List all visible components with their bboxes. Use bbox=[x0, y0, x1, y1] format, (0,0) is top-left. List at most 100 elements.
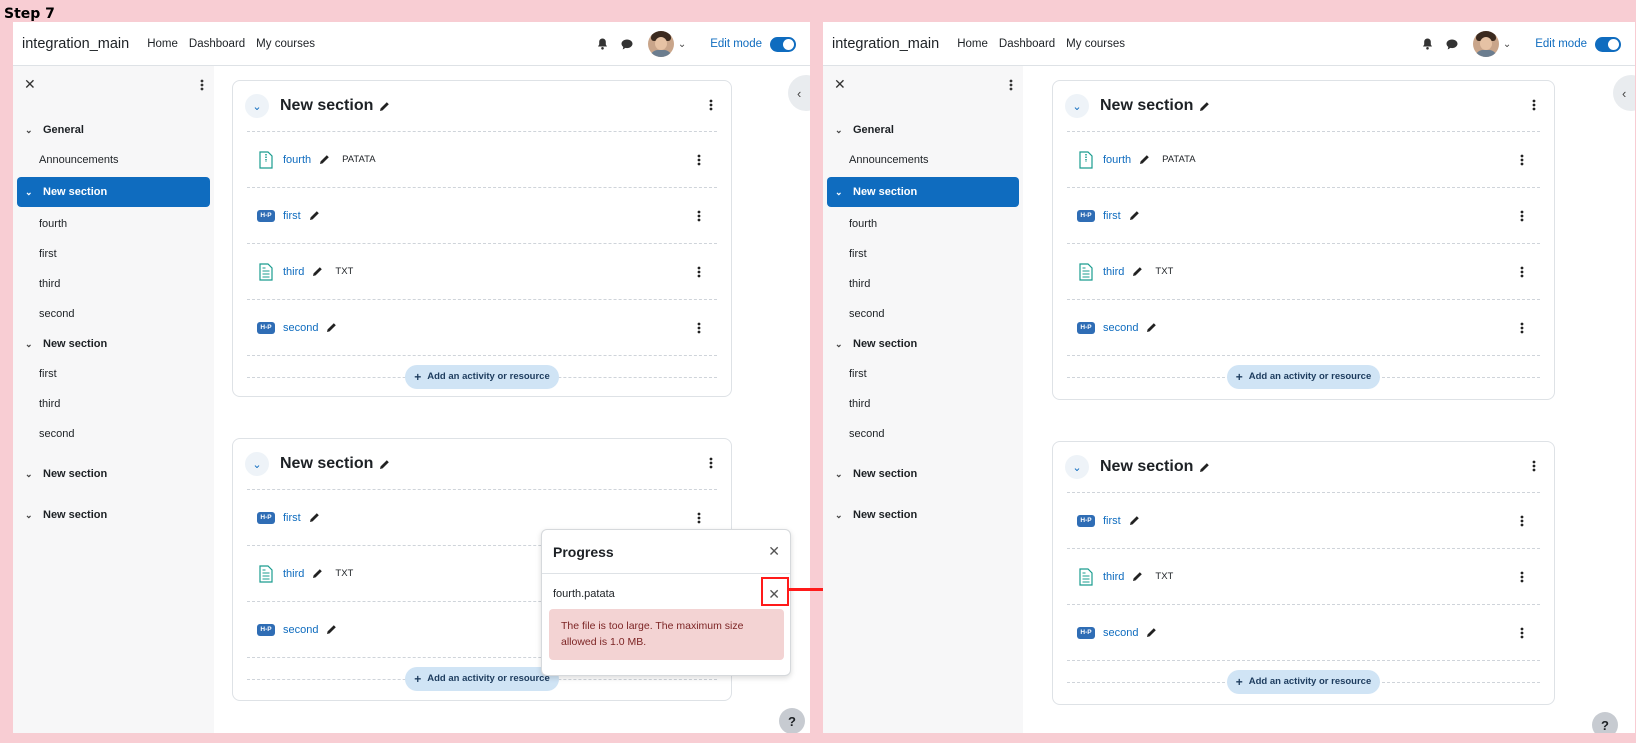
kebab-icon[interactable] bbox=[1532, 98, 1536, 116]
index-item[interactable]: first bbox=[823, 359, 1023, 389]
collapse-drawer-button[interactable]: ‹ bbox=[1613, 75, 1635, 111]
kebab-icon[interactable] bbox=[1009, 78, 1013, 96]
activity-link[interactable]: third bbox=[1103, 571, 1124, 583]
pencil-icon[interactable] bbox=[319, 154, 330, 165]
index-section[interactable]: ⌄ New section bbox=[823, 329, 1023, 359]
index-section-active[interactable]: ⌄ New section bbox=[827, 177, 1019, 207]
user-avatar[interactable] bbox=[647, 31, 674, 57]
index-section[interactable]: ⌄ New section bbox=[13, 500, 214, 530]
pencil-icon[interactable] bbox=[1199, 101, 1210, 112]
nav-dashboard[interactable]: Dashboard bbox=[189, 38, 245, 50]
help-button[interactable]: ? bbox=[779, 708, 805, 733]
activity-link[interactable]: second bbox=[283, 322, 318, 334]
kebab-icon[interactable] bbox=[697, 511, 701, 529]
nav-dashboard[interactable]: Dashboard bbox=[999, 38, 1055, 50]
chevron-down-icon[interactable]: ⌄ bbox=[835, 339, 847, 350]
close-icon[interactable]: ✕ bbox=[768, 543, 780, 560]
index-item[interactable]: first bbox=[13, 239, 214, 269]
kebab-icon[interactable] bbox=[1520, 265, 1524, 283]
kebab-icon[interactable] bbox=[1520, 209, 1524, 227]
site-brand[interactable]: integration_main bbox=[22, 36, 129, 52]
nav-home[interactable]: Home bbox=[147, 38, 178, 50]
activity-link[interactable]: first bbox=[283, 210, 301, 222]
chevron-down-icon[interactable]: ⌄ bbox=[25, 125, 37, 136]
chevron-down-icon[interactable]: ⌄ bbox=[25, 339, 37, 350]
pencil-icon[interactable] bbox=[1139, 154, 1150, 165]
pencil-icon[interactable] bbox=[312, 266, 323, 277]
kebab-icon[interactable] bbox=[697, 321, 701, 339]
index-item[interactable]: second bbox=[823, 419, 1023, 449]
help-button[interactable]: ? bbox=[1592, 712, 1618, 733]
user-avatar[interactable] bbox=[1472, 31, 1499, 57]
index-item[interactable]: Announcements bbox=[823, 145, 1023, 175]
collapse-drawer-button[interactable]: ‹ bbox=[788, 75, 810, 111]
close-icon[interactable]: ✕ bbox=[834, 76, 846, 93]
pencil-icon[interactable] bbox=[1129, 515, 1140, 526]
index-item[interactable]: second bbox=[823, 299, 1023, 329]
activity-link[interactable]: first bbox=[1103, 515, 1121, 527]
site-brand[interactable]: integration_main bbox=[832, 36, 939, 52]
activity-link[interactable]: third bbox=[1103, 266, 1124, 278]
index-item[interactable]: second bbox=[13, 299, 214, 329]
pencil-icon[interactable] bbox=[379, 101, 390, 112]
index-item[interactable]: fourth bbox=[13, 209, 214, 239]
index-section[interactable]: ⌄ New section bbox=[13, 459, 214, 489]
kebab-icon[interactable] bbox=[200, 78, 204, 96]
kebab-icon[interactable] bbox=[709, 98, 713, 116]
kebab-icon[interactable] bbox=[1520, 626, 1524, 644]
index-section[interactable]: ⌄ New section bbox=[13, 329, 214, 359]
index-item[interactable]: third bbox=[13, 389, 214, 419]
kebab-icon[interactable] bbox=[1520, 321, 1524, 339]
nav-my-courses[interactable]: My courses bbox=[1066, 38, 1125, 50]
pencil-icon[interactable] bbox=[1199, 462, 1210, 473]
activity-link[interactable]: second bbox=[283, 624, 318, 636]
chat-icon[interactable] bbox=[620, 37, 634, 51]
chevron-down-icon[interactable]: ⌄ bbox=[835, 187, 847, 198]
index-item[interactable]: first bbox=[13, 359, 214, 389]
chevron-down-icon[interactable]: ⌄ bbox=[678, 39, 686, 50]
kebab-icon[interactable] bbox=[1520, 153, 1524, 171]
bell-icon[interactable] bbox=[1421, 37, 1435, 51]
chevron-down-icon[interactable]: ⌄ bbox=[835, 510, 847, 521]
index-section-active[interactable]: ⌄ New section bbox=[17, 177, 210, 207]
activity-link[interactable]: fourth bbox=[283, 154, 311, 166]
pencil-icon[interactable] bbox=[326, 322, 337, 333]
index-item[interactable]: first bbox=[823, 239, 1023, 269]
activity-link[interactable]: first bbox=[283, 512, 301, 524]
close-icon[interactable]: ✕ bbox=[24, 76, 36, 93]
chevron-down-icon[interactable]: ⌄ bbox=[1503, 39, 1511, 50]
index-section[interactable]: ⌄ New section bbox=[823, 500, 1023, 530]
chevron-down-icon[interactable]: ⌄ bbox=[25, 187, 37, 198]
chevron-down-icon[interactable]: ⌄ bbox=[245, 452, 269, 476]
pencil-icon[interactable] bbox=[1132, 266, 1143, 277]
index-item[interactable]: third bbox=[823, 269, 1023, 299]
pencil-icon[interactable] bbox=[1129, 210, 1140, 221]
pencil-icon[interactable] bbox=[379, 459, 390, 470]
index-item[interactable]: third bbox=[823, 389, 1023, 419]
kebab-icon[interactable] bbox=[697, 265, 701, 283]
pencil-icon[interactable] bbox=[309, 210, 320, 221]
kebab-icon[interactable] bbox=[1520, 514, 1524, 532]
add-activity-button[interactable]: + Add an activity or resource bbox=[405, 364, 559, 389]
chevron-down-icon[interactable]: ⌄ bbox=[1065, 94, 1089, 118]
kebab-icon[interactable] bbox=[697, 209, 701, 227]
index-item[interactable]: second bbox=[13, 419, 214, 449]
pencil-icon[interactable] bbox=[1146, 627, 1157, 638]
activity-link[interactable]: fourth bbox=[1103, 154, 1131, 166]
activity-link[interactable]: second bbox=[1103, 322, 1138, 334]
kebab-icon[interactable] bbox=[1520, 570, 1524, 588]
pencil-icon[interactable] bbox=[309, 512, 320, 523]
chevron-down-icon[interactable]: ⌄ bbox=[25, 510, 37, 521]
add-activity-button[interactable]: + Add an activity or resource bbox=[405, 666, 559, 691]
nav-my-courses[interactable]: My courses bbox=[256, 38, 315, 50]
chevron-down-icon[interactable]: ⌄ bbox=[25, 469, 37, 480]
index-item[interactable]: fourth bbox=[823, 209, 1023, 239]
chevron-down-icon[interactable]: ⌄ bbox=[1065, 455, 1089, 479]
edit-mode-toggle[interactable] bbox=[770, 36, 796, 52]
bell-icon[interactable] bbox=[596, 37, 610, 51]
nav-home[interactable]: Home bbox=[957, 38, 988, 50]
index-section-general[interactable]: ⌄ General bbox=[823, 115, 1023, 145]
kebab-icon[interactable] bbox=[697, 153, 701, 171]
kebab-icon[interactable] bbox=[1532, 459, 1536, 477]
activity-link[interactable]: first bbox=[1103, 210, 1121, 222]
